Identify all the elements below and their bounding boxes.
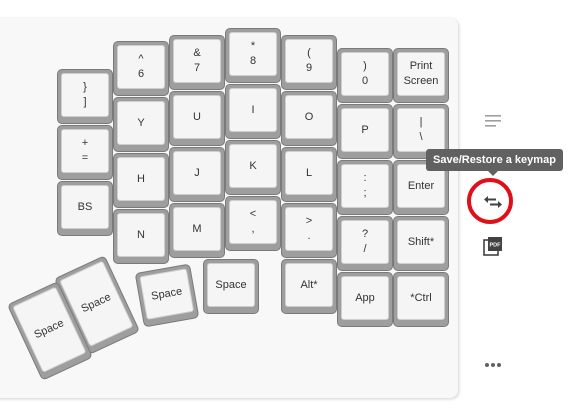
key-caret-6[interactable]: ^ 6 [113, 41, 169, 96]
key-l[interactable]: L [281, 147, 337, 202]
key-m[interactable]: M [169, 203, 225, 258]
menu-lines-icon[interactable] [481, 109, 505, 133]
key-shift[interactable]: Shift* [393, 216, 449, 271]
svg-text:PDF: PDF [490, 243, 502, 249]
key-p[interactable]: P [337, 104, 393, 159]
key-space-3[interactable]: Space [134, 263, 200, 328]
key-paren-0[interactable]: ) 0 [337, 48, 393, 103]
key-h[interactable]: H [113, 153, 169, 208]
key-alt[interactable]: Alt* [281, 259, 337, 314]
key-lt-comma[interactable]: <, [225, 196, 281, 251]
key-print-screen[interactable]: Print Screen [393, 48, 449, 103]
key-ctrl[interactable]: *Ctrl [393, 272, 449, 327]
key-u[interactable]: U [169, 91, 225, 146]
key-i[interactable]: I [225, 84, 281, 139]
key-colon-semicolon[interactable]: :; [337, 160, 393, 215]
key-backspace[interactable]: BS [57, 181, 113, 236]
key-star-8[interactable]: * 8 [225, 28, 281, 83]
key-j[interactable]: J [169, 147, 225, 202]
more-horizontal-icon[interactable] [481, 353, 505, 377]
tooltip-arrow [488, 171, 498, 176]
key-question-slash[interactable]: ? / [337, 216, 393, 271]
key-n[interactable]: N [113, 209, 169, 264]
key-app[interactable]: App [337, 272, 393, 327]
key-paren-9[interactable]: (9 [281, 35, 337, 90]
key-brace-bracket[interactable]: }] [57, 69, 113, 124]
pdf-icon[interactable]: PDF [481, 234, 505, 258]
key-plus-equals[interactable]: + = [57, 125, 113, 180]
key-gt-period[interactable]: >. [281, 203, 337, 258]
key-o[interactable]: O [281, 91, 337, 146]
key-space-4[interactable]: Space [203, 259, 259, 314]
tooltip: Save/Restore a keymap [426, 149, 563, 171]
key-y[interactable]: Y [113, 97, 169, 152]
highlight-ring [467, 178, 513, 224]
key-amp-7[interactable]: & 7 [169, 35, 225, 90]
key-k[interactable]: K [225, 140, 281, 195]
